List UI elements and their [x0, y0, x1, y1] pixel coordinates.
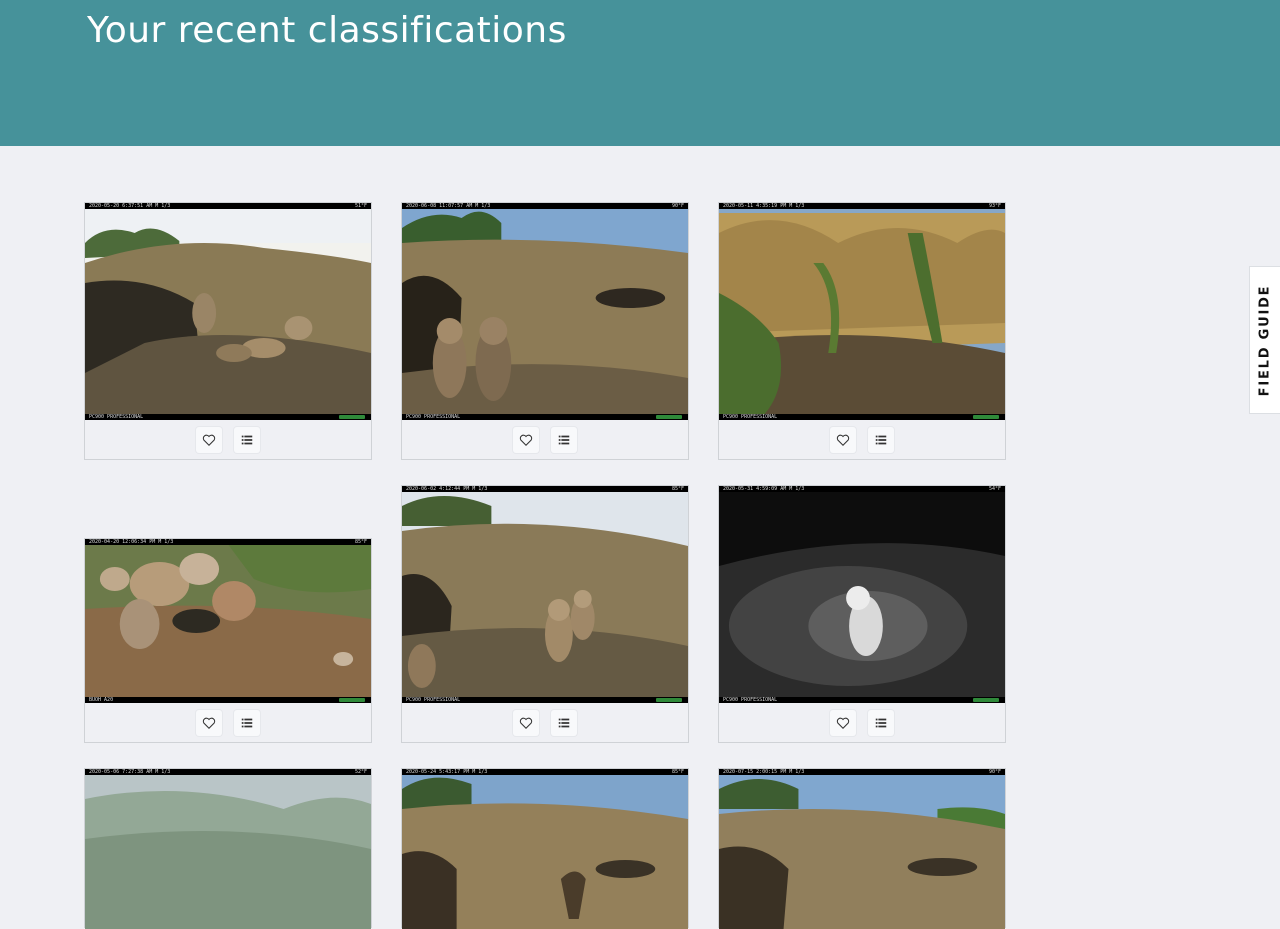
camera-model: PC900 PROFESSIONAL — [89, 414, 144, 420]
heart-outline-icon — [519, 717, 533, 729]
subject-image[interactable]: 2020-05-06 7:27:38 AM M 1/3 52°F — [85, 769, 371, 929]
subject-image[interactable]: 2020-06-02 4:12:44 PM M 1/3 85°F PC900 PR… — [402, 486, 688, 703]
camera-model: PC900 PROFESSIONAL — [406, 697, 461, 703]
subject-image[interactable]: 2020-05-20 6:37:51 AM M 1/3 51°F PC900 PR… — [85, 203, 371, 420]
image-temperature: 85°F — [354, 539, 367, 545]
list-icon — [875, 435, 887, 444]
list-icon — [241, 435, 253, 444]
camera-model: PC900 PROFESSIONAL — [406, 414, 461, 420]
image-timestamp: 2020-07-15 2:00:15 PM M 1/3 — [723, 769, 805, 775]
favorite-button[interactable] — [513, 709, 539, 736]
classification-card: 2020-05-11 4:35:19 PM M 1/3 93°F PC900 PR… — [718, 202, 1006, 460]
image-timestamp: 2020-05-31 4:59:09 AM M 1/3 — [723, 486, 805, 492]
image-temperature: 90°F — [988, 769, 1001, 775]
favorite-button[interactable] — [196, 709, 222, 736]
subject-image[interactable]: 2020-06-08 11:07:57 AM M 1/3 90°F PC900 P… — [402, 203, 688, 420]
image-timestamp: 2020-04-20 12:06:34 PM M 1/3 — [89, 539, 174, 545]
card-actions — [85, 703, 371, 742]
card-actions — [719, 420, 1005, 459]
favorite-button[interactable] — [196, 426, 222, 453]
list-icon — [241, 718, 253, 727]
heart-outline-icon — [519, 434, 533, 446]
heart-outline-icon — [202, 434, 216, 446]
card-actions — [402, 703, 688, 742]
subject-image[interactable]: 2020-05-11 4:35:19 PM M 1/3 93°F PC900 PR… — [719, 203, 1005, 420]
camera-model: PC900 PROFESSIONAL — [723, 697, 778, 703]
collect-button[interactable] — [234, 426, 260, 453]
subject-image[interactable]: 2020-05-24 5:43:17 PM M 1/3 85°F — [402, 769, 688, 929]
classification-card: 2020-05-06 7:27:38 AM M 1/3 52°F — [84, 768, 372, 929]
scene-day-grass — [719, 203, 1005, 420]
collect-button[interactable] — [551, 709, 577, 736]
field-guide-tab[interactable]: FIELD GUIDE — [1249, 266, 1280, 414]
image-timestamp: 2020-06-08 11:07:57 AM M 1/3 — [406, 203, 491, 209]
scene-day-owls-standing — [402, 486, 688, 703]
image-timestamp: 2020-06-02 4:12:44 PM M 1/3 — [406, 486, 488, 492]
list-icon — [558, 435, 570, 444]
camera-brand-logo — [656, 698, 682, 702]
classification-card: 2020-05-20 6:37:51 AM M 1/3 51°F PC900 PR… — [84, 202, 372, 460]
card-actions — [85, 420, 371, 459]
collect-button[interactable] — [234, 709, 260, 736]
collect-button[interactable] — [868, 426, 894, 453]
heart-outline-icon — [836, 717, 850, 729]
page-header: Your recent classifications — [0, 0, 1280, 146]
scene-day-owls-burrow — [85, 203, 371, 420]
camera-brand-logo — [656, 415, 682, 419]
camera-brand-logo — [339, 698, 365, 702]
heart-outline-icon — [202, 717, 216, 729]
image-temperature: 51°F — [354, 203, 367, 209]
camera-brand-logo — [973, 415, 999, 419]
list-icon — [875, 718, 887, 727]
classification-card: 2020-06-02 4:12:44 PM M 1/3 85°F PC900 PR… — [401, 485, 689, 743]
image-temperature: 54°F — [988, 486, 1001, 492]
camera-model: PC900 PROFESSIONAL — [723, 414, 778, 420]
image-temperature: 93°F — [988, 203, 1001, 209]
classification-card: 2020-04-20 12:06:34 PM M 1/3 85°F BUOH A2… — [84, 538, 372, 743]
subject-image[interactable]: 2020-07-15 2:00:15 PM M 1/3 90°F — [719, 769, 1005, 929]
card-actions — [719, 703, 1005, 742]
scene-night-owl — [719, 486, 1005, 703]
page-title: Your recent classifications — [87, 10, 567, 51]
favorite-button[interactable] — [830, 426, 856, 453]
classification-card: 2020-05-24 5:43:17 PM M 1/3 85°F — [401, 768, 689, 929]
scene-day-mound — [402, 769, 688, 929]
classification-card: 2020-07-15 2:00:15 PM M 1/3 90°F — [718, 768, 1006, 929]
image-temperature: 85°F — [671, 769, 684, 775]
image-timestamp: 2020-05-20 6:37:51 AM M 1/3 — [89, 203, 171, 209]
image-temperature: 90°F — [671, 203, 684, 209]
camera-brand-logo — [339, 415, 365, 419]
subject-image[interactable]: 2020-04-20 12:06:34 PM M 1/3 85°F BUOH A2… — [85, 539, 371, 703]
camera-brand-logo — [973, 698, 999, 702]
collect-button[interactable] — [551, 426, 577, 453]
image-temperature: 85°F — [671, 486, 684, 492]
favorite-button[interactable] — [830, 709, 856, 736]
list-icon — [558, 718, 570, 727]
classification-card: 2020-05-31 4:59:09 AM M 1/3 54°F PC900 PR… — [718, 485, 1006, 743]
image-timestamp: 2020-05-06 7:27:38 AM M 1/3 — [89, 769, 171, 775]
scene-day-mound-2 — [719, 769, 1005, 929]
field-guide-label: FIELD GUIDE — [1257, 284, 1273, 396]
image-temperature: 52°F — [354, 769, 367, 775]
scene-day-rocks — [85, 539, 371, 703]
classification-card: 2020-06-08 11:07:57 AM M 1/3 90°F PC900 P… — [401, 202, 689, 460]
scene-foggy-grass — [85, 769, 371, 929]
subject-image[interactable]: 2020-05-31 4:59:09 AM M 1/3 54°F PC900 PR… — [719, 486, 1005, 703]
collect-button[interactable] — [868, 709, 894, 736]
camera-model: BUOH A20 — [89, 697, 114, 703]
image-timestamp: 2020-05-11 4:35:19 PM M 1/3 — [723, 203, 805, 209]
image-timestamp: 2020-05-24 5:43:17 PM M 1/3 — [406, 769, 488, 775]
card-actions — [402, 420, 688, 459]
scene-day-two-owls — [402, 203, 688, 420]
heart-outline-icon — [836, 434, 850, 446]
favorite-button[interactable] — [513, 426, 539, 453]
